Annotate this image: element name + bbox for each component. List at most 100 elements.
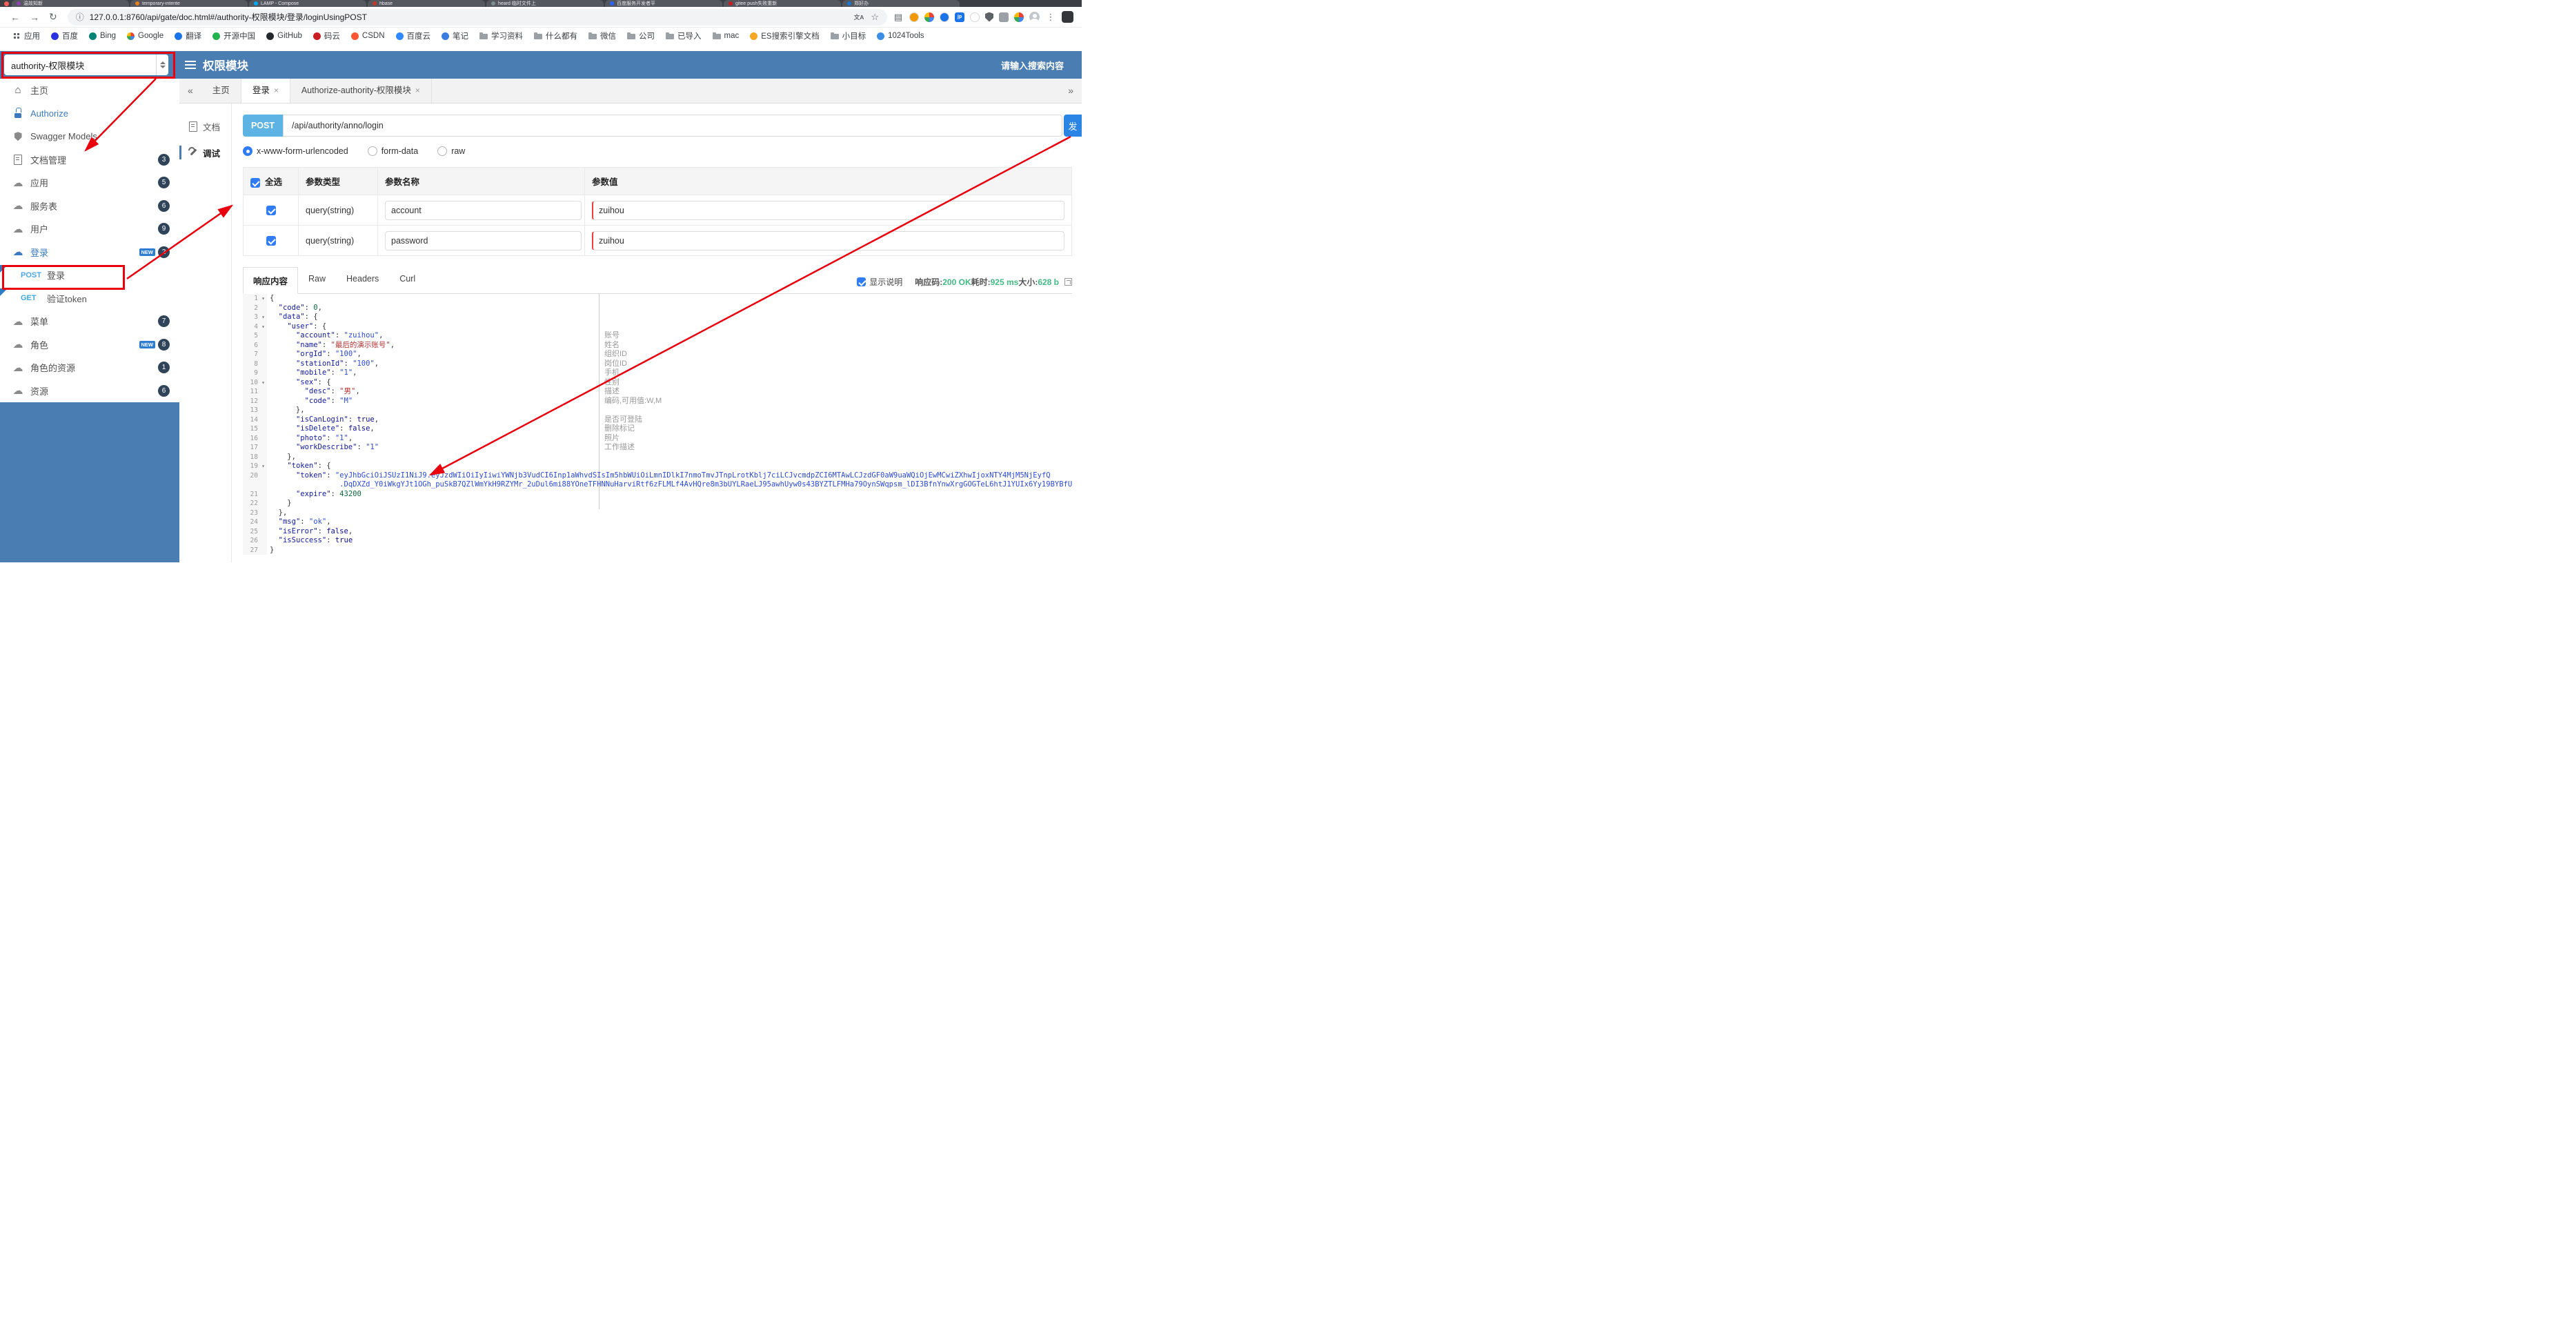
bookmark-item[interactable]: 码云 — [308, 30, 346, 41]
bookmark-item[interactable]: 开源中国 — [207, 30, 261, 41]
sidebar-item[interactable]: ☁ 角色 NEW 8 — [0, 333, 179, 357]
extension-blue-icon[interactable] — [940, 12, 949, 22]
fold-icon[interactable]: ▾ — [259, 313, 267, 322]
select-all-checkbox[interactable] — [250, 177, 260, 188]
param-value-input[interactable] — [592, 200, 1064, 220]
sidebar-item[interactable]: ☁ 用户 9 — [0, 217, 179, 241]
sidebar-item[interactable]: GET 验证token — [0, 287, 179, 311]
forward-icon[interactable]: → — [30, 12, 39, 23]
sidebar-item[interactable]: ⌂ 主页 — [0, 79, 179, 102]
param-checkbox[interactable] — [266, 205, 276, 215]
menu-icon[interactable] — [185, 61, 196, 69]
bookmark-item[interactable]: GitHub — [261, 32, 308, 40]
param-checkbox[interactable] — [266, 235, 276, 246]
collapse-right-icon[interactable]: » — [1060, 79, 1082, 103]
profile-avatar[interactable] — [1029, 12, 1040, 22]
fold-icon[interactable]: ▾ — [259, 462, 267, 471]
show-desc-checkbox[interactable] — [857, 277, 866, 286]
content-type-option[interactable]: x-www-form-urlencoded — [243, 146, 348, 156]
bookmark-item[interactable]: 1024Tools — [871, 32, 929, 40]
window-close-button[interactable] — [4, 1, 9, 6]
sidebar-item[interactable]: ☁ 应用 5 — [0, 171, 179, 195]
bookmark-item[interactable]: ES搜索引擎文档 — [744, 30, 824, 41]
module-select[interactable]: authority-权限模块 — [4, 55, 168, 75]
fullscreen-icon[interactable] — [1064, 278, 1072, 286]
close-tab-icon[interactable]: × — [415, 79, 420, 103]
side-panel-icon[interactable]: ▤ — [893, 12, 904, 23]
browser-tab[interactable]: 郑好办 — [842, 0, 960, 7]
sidebar-item[interactable]: Swagger Models — [0, 125, 179, 148]
shield-extension-icon[interactable] — [985, 12, 993, 22]
sidebar-item[interactable]: ☁ 菜单 7 — [0, 310, 179, 333]
bookmark-item[interactable]: Google — [121, 32, 169, 40]
bookmark-item[interactable]: 翻译 — [169, 30, 207, 41]
bookmark-item[interactable]: 什么都有 — [528, 30, 583, 41]
fold-icon[interactable]: ▾ — [259, 294, 267, 304]
google-extension-icon[interactable] — [924, 12, 934, 22]
doc-tab[interactable]: 主页 — [201, 79, 241, 103]
browser-tab[interactable]: heard 临时文件上 — [486, 0, 604, 7]
extension-white-icon[interactable] — [970, 12, 980, 22]
bookmark-item[interactable]: 百度云 — [390, 30, 437, 41]
browser-tab[interactable]: gitee push失败重新 — [724, 0, 841, 7]
response-tab[interactable]: 响应内容 — [243, 267, 299, 294]
sidebar-item[interactable]: 文档管理 3 — [0, 148, 179, 172]
extension-gray-icon[interactable] — [999, 12, 1009, 22]
sidebar-item[interactable]: ☁ 登录 NEW 2 — [0, 241, 179, 264]
param-name-input[interactable] — [385, 200, 582, 220]
param-name-input[interactable] — [385, 230, 582, 250]
api-url-input[interactable]: /api/authority/anno/login — [283, 115, 1062, 137]
doc-tab-label: Authorize-authority-权限模块 — [301, 86, 411, 95]
subnav-doc[interactable]: 文档 — [179, 113, 231, 139]
response-tab[interactable]: Curl — [389, 267, 426, 294]
collapse-left-icon[interactable]: « — [179, 79, 201, 103]
subnav-debug[interactable]: 调试 — [179, 139, 231, 166]
bookmark-item[interactable]: 已导入 — [660, 30, 707, 41]
sidebar-item[interactable]: ☁ 角色的资源 1 — [0, 356, 179, 380]
address-bar[interactable]: ⓘ 127.0.0.1:8760/api/gate/doc.html#/auth… — [67, 8, 887, 26]
extension-orange-icon[interactable] — [909, 12, 919, 22]
translate-icon[interactable]: 文A — [854, 13, 864, 21]
sidebar-item[interactable]: Authorize — [0, 102, 179, 126]
bookmark-item[interactable]: 小目标 — [825, 30, 872, 41]
browser-tab[interactable]: LAMP - Compose — [249, 0, 366, 7]
close-tab-icon[interactable]: × — [274, 79, 279, 103]
browser-tab[interactable]: temporary-interite — [130, 0, 248, 7]
bookmark-item[interactable]: 百度 — [46, 30, 83, 41]
pinwheel-extension-icon[interactable] — [1014, 12, 1024, 22]
back-icon[interactable]: ← — [10, 12, 20, 23]
browser-tab[interactable]: 温故知新 — [12, 0, 129, 7]
doc-tab[interactable]: 登录 × — [241, 79, 290, 103]
bookmark-item[interactable]: 学习资料 — [474, 30, 528, 41]
browser-tab[interactable]: 百度服务开发者平 — [605, 0, 722, 7]
bookmark-star-icon[interactable]: ☆ — [871, 12, 879, 23]
browser-tab[interactable]: hbase — [368, 0, 485, 7]
sidebar-item[interactable]: POST 登录 — [0, 264, 179, 287]
dark-panel-icon[interactable] — [1062, 11, 1073, 23]
page-info-icon[interactable]: ⓘ — [76, 11, 84, 23]
bookmark-item[interactable]: CSDN — [346, 32, 390, 40]
more-menu-icon[interactable]: ⋮ — [1045, 12, 1056, 23]
doc-tab[interactable]: Authorize-authority-权限模块 × — [290, 79, 432, 103]
content-type-option[interactable]: form-data — [367, 146, 418, 156]
fold-icon[interactable]: ▾ — [259, 377, 267, 387]
bookmark-item[interactable]: 公司 — [622, 30, 660, 41]
response-tab[interactable]: Raw — [298, 267, 336, 294]
bookmark-item[interactable]: mac — [707, 32, 745, 40]
tab-title: gitee push失败重新 — [735, 1, 777, 6]
bookmark-item[interactable]: 应用 — [7, 30, 46, 41]
jp-extension-icon[interactable]: jp — [955, 12, 964, 22]
header-search-input[interactable]: 请输入搜索内容 — [1001, 59, 1064, 72]
content-type-option[interactable]: raw — [437, 146, 465, 156]
param-value-input[interactable] — [592, 230, 1064, 250]
send-button[interactable]: 发 — [1064, 115, 1082, 137]
sidebar-item[interactable]: ☁ 资源 6 — [0, 380, 179, 403]
bookmark-item[interactable]: 笔记 — [436, 30, 474, 41]
reload-icon[interactable]: ↻ — [49, 11, 57, 23]
response-tab[interactable]: Headers — [336, 267, 389, 294]
bookmark-item[interactable]: 微信 — [583, 30, 622, 41]
sidebar-item[interactable]: ☁ 服务表 6 — [0, 195, 179, 218]
fold-icon[interactable]: ▾ — [259, 322, 267, 331]
bookmark-item[interactable]: Bing — [83, 32, 121, 40]
response-editor[interactable]: 1 ▾{2 "code": 0, 3 ▾ "data": {4 ▾ "user": {5… — [243, 294, 1072, 555]
